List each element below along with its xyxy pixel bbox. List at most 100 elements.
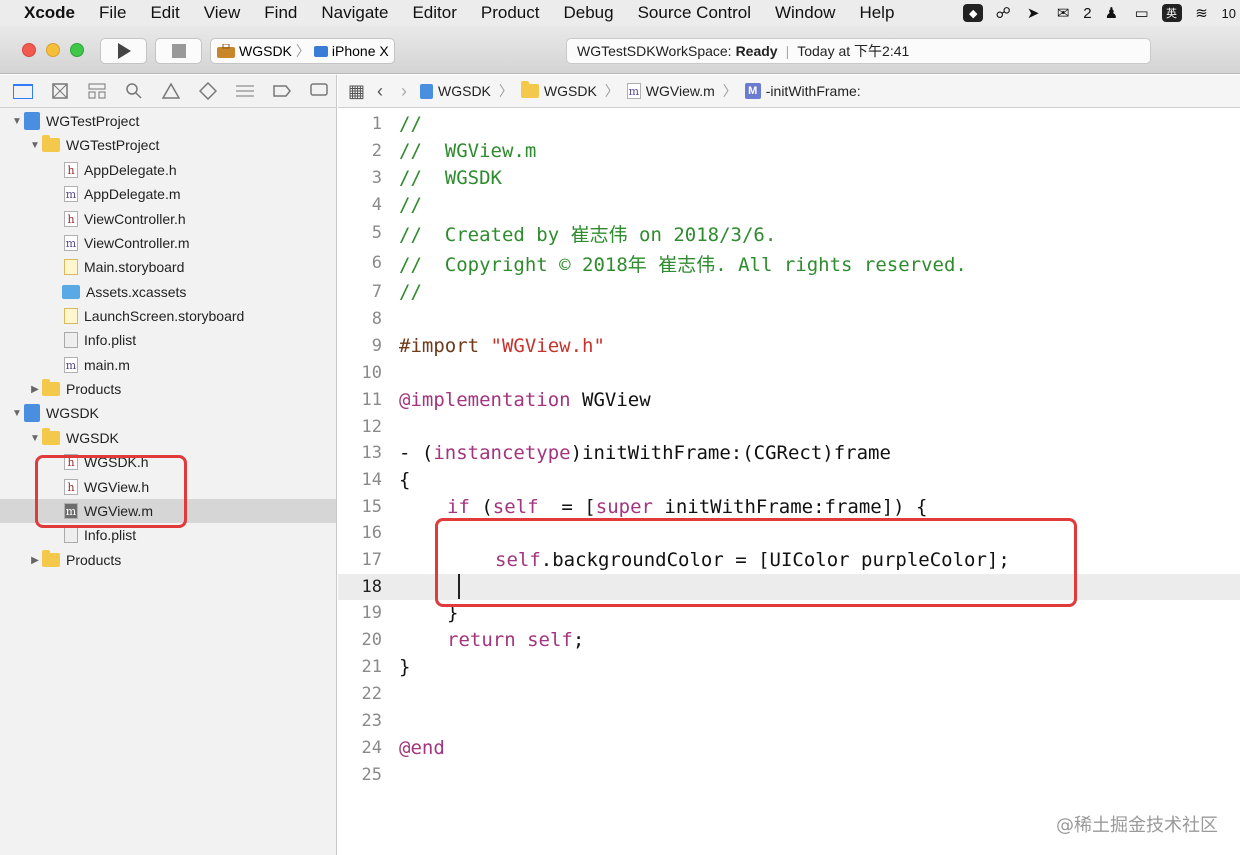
tree-file-assets[interactable]: Assets.xcassets — [62, 280, 186, 304]
line-number: 16 — [361, 523, 382, 543]
clock-text[interactable]: 10 — [1222, 6, 1236, 21]
tree-project-wgsdk[interactable]: ▼ WGSDK — [10, 401, 99, 425]
search-chat-icon[interactable]: ☍ — [993, 4, 1013, 22]
activity-time: Today at 下午2:41 — [797, 43, 910, 59]
stop-icon — [171, 44, 186, 58]
storyboard-file-icon — [64, 259, 78, 275]
close-window-button[interactable] — [22, 43, 36, 57]
menu-app-xcode[interactable]: Xcode — [0, 3, 87, 23]
breadcrumb-project[interactable]: WGSDK — [420, 83, 491, 99]
self-keyword: self — [515, 629, 573, 651]
disclosure-closed-icon[interactable]: ▶ — [28, 384, 42, 395]
run-button[interactable] — [100, 38, 147, 64]
wifi-icon[interactable]: ≋ — [1192, 4, 1212, 22]
line-number: 15 — [361, 497, 382, 517]
tree-group-products[interactable]: ▶ Products — [28, 377, 121, 401]
navigation-icon[interactable]: ➤ — [1023, 4, 1043, 22]
tree-file-main-m[interactable]: m main.m — [64, 353, 130, 377]
line-number: 8 — [371, 309, 382, 329]
menu-help[interactable]: Help — [847, 3, 906, 23]
if-keyword: if — [447, 496, 470, 518]
disclosure-open-icon[interactable]: ▼ — [10, 408, 24, 419]
minimize-window-button[interactable] — [46, 43, 60, 57]
disclosure-open-icon[interactable]: ▼ — [28, 140, 42, 151]
tree-file-appdelegate-m[interactable]: m AppDelegate.m — [64, 182, 181, 206]
source-editor[interactable]: 1 // 2 // WGView.m 3 // WGSDK 4 // 5 // Creat… — [338, 109, 1240, 855]
plist-file-icon — [64, 527, 78, 543]
wechat-badge-count: 2 — [1083, 4, 1092, 22]
breadcrumb-file[interactable]: m WGView.m — [626, 83, 715, 99]
issue-navigator-icon[interactable] — [160, 81, 181, 102]
code-text: // Created by 崔志伟 on 2018/3/6. — [399, 223, 777, 246]
code-text: } — [399, 656, 411, 678]
line-number: 11 — [361, 390, 382, 410]
report-navigator-icon[interactable] — [308, 81, 329, 102]
device-icon — [313, 46, 328, 57]
tree-label: ViewController.m — [84, 235, 190, 251]
breadcrumb-group[interactable]: WGSDK — [520, 81, 597, 99]
debug-navigator-icon[interactable] — [234, 81, 255, 102]
menu-debug[interactable]: Debug — [551, 3, 625, 23]
code-line: 4 // — [338, 192, 1240, 218]
tree-file-viewcontroller-m[interactable]: m ViewController.m — [64, 231, 190, 255]
tree-file-main-storyboard[interactable]: Main.storyboard — [64, 255, 184, 279]
scheme-name: WGSDK — [239, 43, 292, 59]
tree-file-appdelegate-h[interactable]: h AppDelegate.h — [64, 158, 177, 182]
tree-group-wgtestproject[interactable]: ▼ WGTestProject — [28, 133, 159, 157]
zoom-window-button[interactable] — [70, 43, 84, 57]
implementation-keyword: @implementation — [399, 389, 571, 411]
test-navigator-icon[interactable] — [197, 81, 218, 102]
folder-navigator-icon[interactable] — [12, 81, 33, 102]
symbol-navigator-icon[interactable] — [86, 81, 107, 102]
folder-icon — [520, 81, 539, 98]
disclosure-open-icon[interactable]: ▼ — [10, 116, 24, 127]
crumb-label: WGSDK — [543, 83, 597, 99]
menu-edit[interactable]: Edit — [138, 3, 191, 23]
code-line: 9 #import "WGView.h" — [338, 333, 1240, 359]
wechat-icon[interactable]: ✉ — [1053, 4, 1073, 22]
tree-group-products-sdk[interactable]: ▶ Products — [28, 548, 121, 572]
menu-view[interactable]: View — [192, 3, 253, 23]
disclosure-closed-icon[interactable]: ▶ — [28, 555, 42, 566]
related-items-icon[interactable]: ▦ — [348, 81, 365, 102]
qq-icon[interactable]: ♟ — [1102, 4, 1122, 22]
menu-file[interactable]: File — [87, 3, 138, 23]
disclosure-open-icon[interactable]: ▼ — [28, 433, 42, 444]
code-text: // — [399, 281, 422, 303]
folder-icon — [42, 135, 60, 152]
breakpoint-navigator-icon[interactable] — [271, 81, 292, 102]
find-navigator-icon[interactable] — [123, 81, 144, 102]
scheme-selector[interactable]: WGSDK 〉 iPhone X — [210, 38, 395, 64]
jump-bar: ▦ ‹ › WGSDK 〉 WGSDK 〉 m WGView.m 〉 M -in… — [338, 75, 1240, 108]
tree-file-launchscreen[interactable]: LaunchScreen.storyboard — [64, 304, 244, 328]
crumb-label: -initWithFrame: — [765, 83, 861, 99]
line-number: 17 — [361, 550, 382, 570]
implementation-file-icon: m — [64, 357, 78, 373]
menu-status-area: ◆ ☍ ➤ ✉ 2 ♟ ▭ 英 ≋ 10 — [963, 0, 1240, 26]
tree-project-wgtestproject[interactable]: ▼ WGTestProject — [10, 109, 139, 133]
input-method-indicator[interactable]: 英 — [1161, 4, 1182, 22]
tree-file-viewcontroller-h[interactable]: h ViewController.h — [64, 207, 186, 231]
tree-file-info-plist[interactable]: Info.plist — [64, 328, 136, 352]
line-number: 1 — [371, 114, 382, 134]
source-control-navigator-icon[interactable] — [49, 81, 70, 102]
play-icon — [117, 43, 131, 59]
tree-group-wgsdk[interactable]: ▼ WGSDK — [28, 426, 119, 450]
menu-find[interactable]: Find — [252, 3, 309, 23]
forward-arrow-icon[interactable]: › — [396, 81, 412, 102]
code-line: 13 - (instancetype)initWithFrame:(CGRect)… — [338, 440, 1240, 466]
tree-label: Products — [66, 552, 122, 568]
stop-button[interactable] — [155, 38, 202, 64]
menu-product[interactable]: Product — [469, 3, 552, 23]
menu-window[interactable]: Window — [763, 3, 847, 23]
menu-bar: Xcode File Edit View Find Navigate Edito… — [0, 0, 1240, 26]
menu-editor[interactable]: Editor — [400, 3, 468, 23]
back-arrow-icon[interactable]: ‹ — [372, 81, 388, 102]
line-number: 2 — [371, 141, 382, 161]
menu-navigate[interactable]: Navigate — [309, 3, 400, 23]
menu-source-control[interactable]: Source Control — [626, 3, 763, 23]
dropbox-icon[interactable]: ◆ — [963, 4, 984, 22]
airplay-icon[interactable]: ▭ — [1132, 4, 1152, 22]
breadcrumb-method[interactable]: M -initWithFrame: — [744, 83, 861, 99]
code-line: 3 // WGSDK — [338, 165, 1240, 191]
